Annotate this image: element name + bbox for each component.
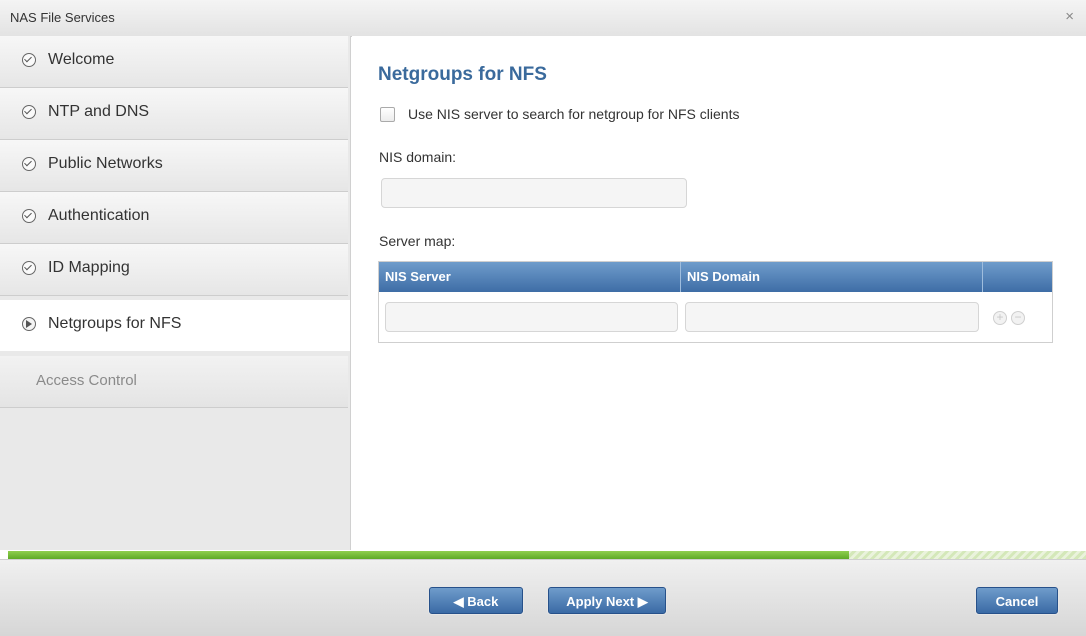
sidebar-item-authentication[interactable]: Authentication (0, 192, 348, 244)
nis-domain-label: NIS domain: (379, 149, 457, 165)
server-map-label: Server map: (379, 233, 456, 249)
close-icon[interactable]: × (1065, 8, 1074, 25)
sidebar-item-label: Netgroups for NFS (48, 315, 182, 332)
check-circle-icon (22, 53, 36, 67)
sidebar-item-welcome[interactable]: Welcome (0, 36, 348, 88)
sidebar-item-label: Access Control (36, 372, 137, 389)
remove-row-icon[interactable]: − (1011, 311, 1025, 325)
sidebar-item-access-control: Access Control (0, 356, 348, 408)
sidebar-item-label: NTP and DNS (48, 103, 150, 120)
sidebar-item-label: Authentication (48, 207, 150, 224)
cancel-button[interactable]: Cancel (976, 587, 1058, 614)
back-button[interactable]: ◀ Back (429, 587, 523, 614)
page-title: Netgroups for NFS (378, 64, 547, 85)
table-header: NIS Server NIS Domain (379, 262, 1052, 292)
sidebar-item-id-mapping[interactable]: ID Mapping (0, 244, 348, 296)
check-circle-icon (22, 157, 36, 171)
main-panel: Netgroups for NFS Use NIS server to sear… (352, 36, 1086, 550)
sidebar-item-label: Public Networks (48, 155, 163, 172)
wizard-steps-sidebar: Welcome NTP and DNS Public Networks Auth… (0, 36, 351, 550)
progress-fill (8, 551, 849, 559)
server-map-table: NIS Server NIS Domain + − (378, 261, 1053, 343)
window-titlebar: NAS File Services × (0, 0, 1086, 37)
nis-domain-input[interactable] (381, 178, 687, 208)
apply-next-button[interactable]: Apply Next ▶ (548, 587, 666, 614)
sidebar-item-label: ID Mapping (48, 259, 130, 276)
use-nis-label: Use NIS server to search for netgroup fo… (408, 106, 740, 122)
arrow-circle-icon (22, 317, 36, 331)
window-title: NAS File Services (10, 10, 115, 25)
nis-server-cell-input[interactable] (385, 302, 678, 332)
add-row-icon[interactable]: + (993, 311, 1007, 325)
sidebar-item-public-networks[interactable]: Public Networks (0, 140, 348, 192)
column-header-actions (983, 262, 1052, 292)
nis-domain-cell-input[interactable] (685, 302, 979, 332)
check-circle-icon (22, 105, 36, 119)
check-circle-icon (22, 209, 36, 223)
sidebar-item-ntp-dns[interactable]: NTP and DNS (0, 88, 348, 140)
sidebar-item-label: Welcome (48, 51, 115, 68)
wizard-progress-bar (8, 551, 1086, 559)
column-header-nis-domain: NIS Domain (681, 262, 983, 292)
sidebar-item-netgroups-nfs[interactable]: Netgroups for NFS (0, 300, 350, 351)
column-header-nis-server: NIS Server (379, 262, 681, 292)
check-circle-icon (22, 261, 36, 275)
wizard-footer: ◀ Back Apply Next ▶ Cancel (0, 559, 1086, 636)
use-nis-checkbox[interactable] (380, 107, 395, 122)
